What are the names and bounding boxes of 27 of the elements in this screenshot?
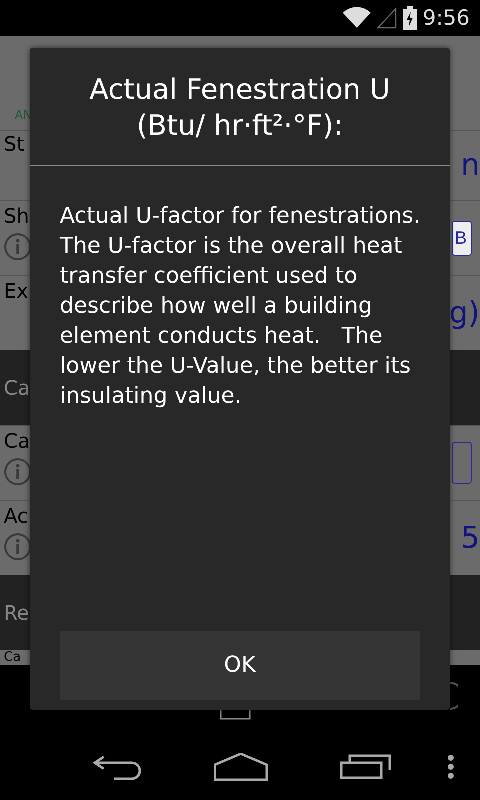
section-header: Ca bbox=[4, 376, 30, 400]
input-field[interactable] bbox=[452, 442, 472, 484]
battery-icon bbox=[402, 6, 417, 30]
home-icon[interactable] bbox=[214, 753, 268, 781]
overflow-menu-icon[interactable] bbox=[447, 755, 455, 779]
section-header: Re bbox=[4, 600, 30, 624]
dialog-title: Actual Fenestration U (Btu/ hr·ft²·°F): bbox=[30, 48, 450, 166]
status-time: 9:56 bbox=[422, 6, 470, 30]
unit-button[interactable]: B bbox=[452, 220, 472, 256]
back-icon[interactable] bbox=[92, 754, 142, 780]
signal-icon bbox=[376, 7, 397, 29]
info-icon[interactable] bbox=[4, 458, 32, 486]
row-label: Ca bbox=[4, 650, 22, 665]
ok-button[interactable]: OK bbox=[60, 631, 420, 700]
recent-apps-icon[interactable] bbox=[340, 754, 392, 780]
row-label: Ca bbox=[4, 430, 30, 452]
wifi-icon bbox=[342, 7, 371, 29]
field-value: n bbox=[460, 148, 480, 183]
info-icon[interactable] bbox=[4, 533, 32, 561]
row-label: St bbox=[4, 133, 26, 155]
dialog-message: Actual U-factor for fenestrations. The U-factor is the overall heat transfer coefficient used to describe how well a building element conducts heat. The lower the U-Value, the better its insulating value. bbox=[59, 203, 422, 411]
row-label: Sh bbox=[4, 205, 30, 227]
row-label: Ac bbox=[4, 505, 30, 527]
info-icon[interactable] bbox=[4, 233, 32, 261]
field-value: 5 bbox=[460, 520, 480, 556]
field-value: g) bbox=[450, 296, 480, 330]
row-label: Ex bbox=[4, 280, 30, 302]
